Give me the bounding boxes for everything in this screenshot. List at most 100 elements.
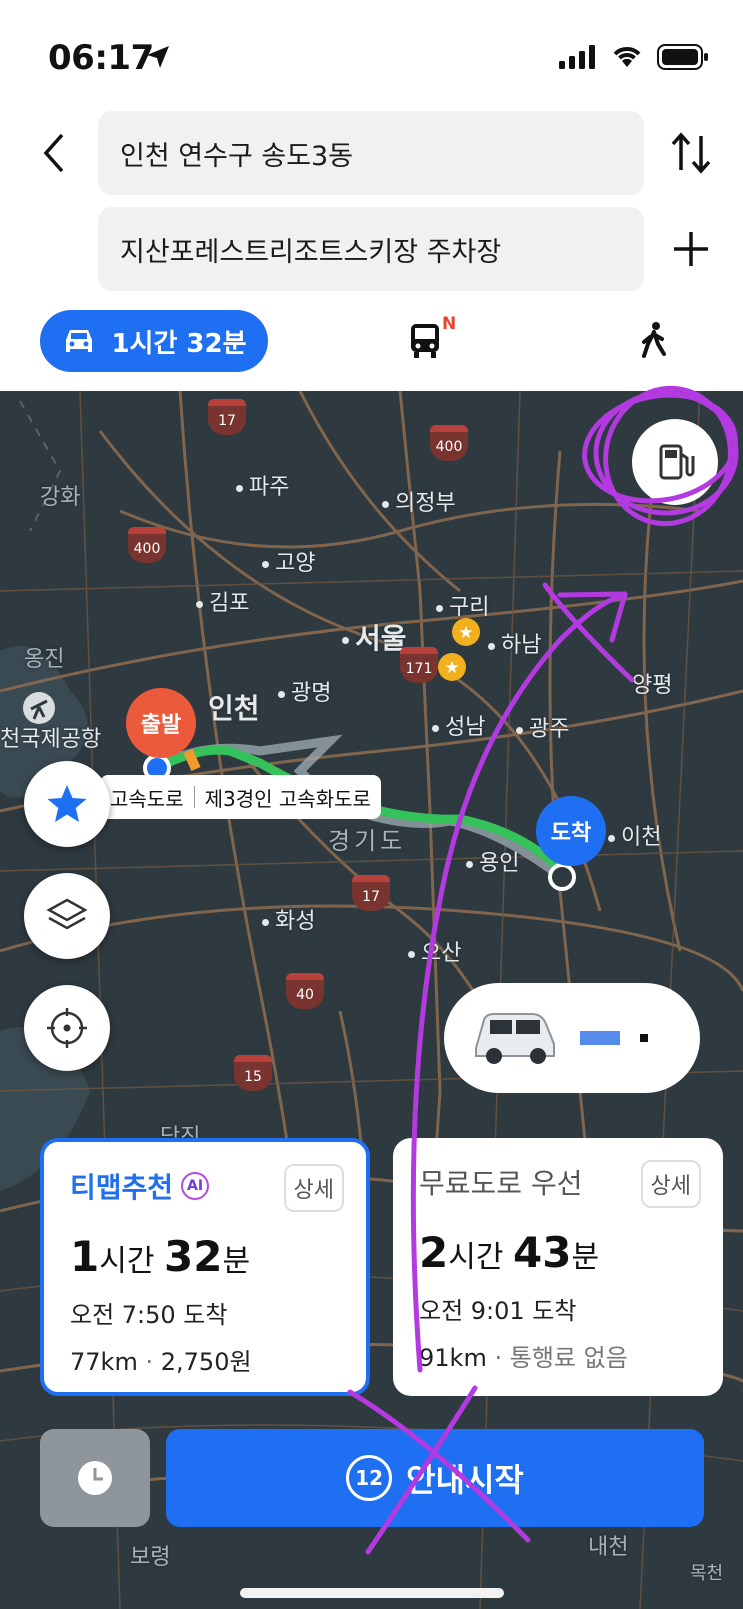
highway-shield: 171 (400, 647, 438, 683)
route-toll: 통행료 없음 (509, 1344, 628, 1372)
route-title-text: 티맵추천 (70, 1171, 174, 1204)
route-card-free-road[interactable]: 무료도로 우선 상세 2시간 43분 오전 9:01 도착 91km · 통행료… (393, 1138, 723, 1396)
status-bar: 06:17 (0, 0, 743, 110)
map-city: 구리 (436, 589, 489, 621)
status-time: 06:17 (48, 38, 154, 78)
ai-badge: AI (181, 1172, 210, 1200)
map-city: 강화 (40, 485, 81, 510)
route-distance: 77km (70, 1348, 138, 1376)
route-arrival: 오전 9:01 도착 (419, 1297, 577, 1325)
duration-hours-unit: 시간 (99, 1244, 155, 1279)
layers-icon (46, 898, 88, 930)
route-meta: 91km · 통행료 없음 (419, 1344, 628, 1372)
battery-icon (657, 44, 708, 70)
map-city: 용인 (466, 845, 519, 877)
route-distance: 91km (419, 1344, 487, 1372)
highway-shield: 400 (128, 527, 166, 563)
map-city: 양평 (632, 673, 673, 698)
clock-icon (78, 1461, 112, 1495)
route-card-recommended[interactable]: 티맵추천 AI 상세 1시간 32분 오전 7:50 도착 77km · 2,7… (40, 1138, 370, 1396)
end-pin: 도착 (536, 796, 606, 866)
duration-hours-unit: 시간 (448, 1240, 504, 1275)
highway-shield: 40 (286, 973, 324, 1009)
bus-new-badge: N (442, 314, 457, 334)
crosshair-icon (47, 1008, 87, 1048)
map-city: 광명 (278, 675, 331, 707)
fuel-station-button[interactable] (632, 419, 718, 505)
svg-text:★: ★ (444, 658, 459, 678)
duration-hours: 2 (419, 1228, 449, 1277)
route-label-divider (193, 786, 195, 808)
duration-minutes-unit: 분 (571, 1240, 600, 1275)
map-city: 하남 (488, 627, 541, 659)
wifi-icon (613, 47, 641, 67)
route-duration: 2시간 43분 (419, 1228, 697, 1277)
back-button[interactable] (34, 128, 74, 178)
map-layers-button[interactable] (24, 873, 110, 959)
highway-shield: 15 (234, 1055, 272, 1091)
swap-arrows-icon (671, 132, 711, 174)
highway-shield: 17 (352, 875, 390, 911)
route-label-road: 제3경인 고속화도로 (204, 786, 371, 811)
location-arrow-icon (147, 46, 169, 68)
current-location-button[interactable] (24, 985, 110, 1071)
map-city: 경기도 (328, 827, 407, 855)
tab-car-label: 1시간 32분 (111, 328, 247, 359)
tab-walk[interactable] (634, 320, 678, 364)
duration-minutes: 43 (512, 1228, 572, 1277)
countdown-timer: 12 (346, 1455, 393, 1501)
map-city: 보령 (130, 1545, 171, 1570)
route-toll: 2,750원 (160, 1348, 252, 1376)
fuel-pump-icon (659, 444, 695, 480)
map-city: 오산 (408, 935, 461, 967)
route-detail-button[interactable]: 상세 (283, 1164, 344, 1212)
map-city: 파주 (236, 469, 289, 501)
route-label-road: 고속도로 (110, 786, 184, 811)
route-meta: 77km · 2,750원 (70, 1348, 252, 1376)
map-city: 인천 (208, 692, 260, 725)
map-city: 성남 (432, 709, 485, 741)
map-city: 의정부 (382, 485, 456, 517)
route-arrival: 오전 7:50 도착 (70, 1301, 228, 1329)
destination-field[interactable]: 지산포레스트리조트스키장 주차장 (98, 207, 644, 291)
tab-car[interactable]: 1시간 32분 (40, 310, 268, 372)
origin-field[interactable]: 인천 연수구 송도3동 (98, 111, 644, 195)
map-city: 서울 (342, 617, 407, 657)
plus-icon (674, 232, 708, 266)
swap-button[interactable] (668, 130, 714, 176)
map-city: 목천 (690, 1563, 724, 1584)
duration-minutes-unit: 분 (222, 1244, 251, 1279)
start-navigation-button[interactable]: 12 안내시작 (166, 1429, 704, 1527)
route-detail-button[interactable]: 상세 (640, 1160, 701, 1208)
highway-shield: 400 (430, 425, 468, 461)
signal-icon (559, 45, 595, 69)
svg-text:★: ★ (458, 623, 473, 643)
duration-hours: 1 (70, 1232, 100, 1281)
vehicle-plate-blurred (640, 1034, 648, 1042)
add-waypoint-button[interactable] (668, 226, 714, 272)
home-indicator (240, 1588, 504, 1598)
map-city: 고양 (262, 545, 315, 577)
departure-time-button[interactable] (40, 1429, 150, 1527)
star-icon (47, 785, 87, 822)
map-city: 이천 (608, 819, 661, 851)
map-view[interactable]: ★ ★ 파주 의정부 강화 고양 김포 구리 서울 하남 옹진 광명 인천 성남… (0, 391, 743, 1609)
map-city: 김포 (196, 585, 249, 617)
chevron-left-icon (43, 133, 64, 173)
map-city: 내천 (588, 1535, 629, 1560)
tab-transit[interactable]: N (408, 314, 468, 364)
duration-minutes: 32 (163, 1232, 223, 1281)
bus-icon (411, 324, 439, 358)
car-icon (66, 330, 93, 352)
vehicle-selector[interactable] (444, 983, 700, 1093)
walking-person-icon (642, 322, 666, 358)
route-label: 고속도로 제3경인 고속화도로 (100, 775, 381, 819)
start-pin: 출발 (126, 688, 196, 758)
start-navigation-label: 안내시작 (406, 1461, 524, 1499)
map-city: 광주 (516, 711, 569, 743)
favorites-button[interactable] (24, 761, 110, 847)
highway-shield: 17 (208, 399, 246, 435)
map-city: 화성 (262, 903, 315, 935)
vehicle-plate-blurred (580, 1031, 620, 1045)
route-duration: 1시간 32분 (70, 1232, 340, 1281)
